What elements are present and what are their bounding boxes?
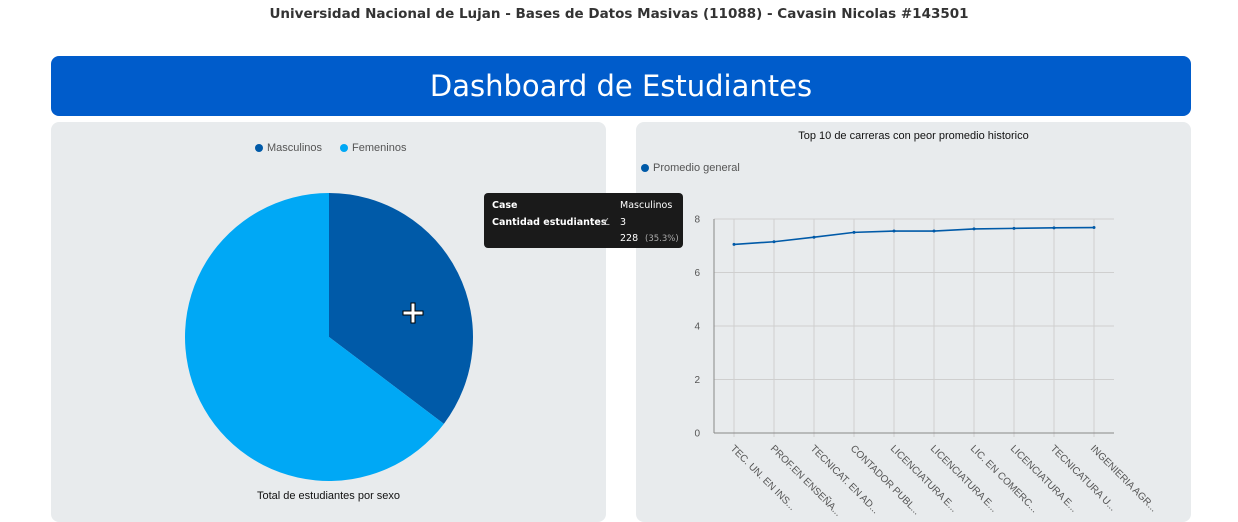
page-header: Universidad Nacional de Lujan - Bases de… [269,6,969,22]
tooltip-row-label: Cantidad estudiantes [492,217,607,228]
data-point[interactable] [932,229,936,233]
y-tick-label: 0 [694,429,700,440]
pie-chart-card: Masculinos Femeninos Total de estudiante… [51,122,606,522]
data-point[interactable] [1092,226,1096,230]
data-point[interactable] [972,227,976,231]
x-tick-label: PROF.EN ENSEÑA... [768,442,845,519]
line-chart-card: Top 10 de carreras con peor promedio his… [636,122,1191,522]
y-tick-label: 4 [694,322,700,333]
y-tick-label: 8 [694,215,700,226]
dashboard-title: Dashboard de Estudiantes [429,69,813,103]
series-line-promedio-general[interactable] [733,226,1095,246]
data-point[interactable] [772,240,776,244]
pie-chart-title: Total de estudiantes por sexo [256,490,401,502]
x-tick-label: LICENCIATURA E... [928,443,999,514]
tooltip-col1-header: Case [492,200,518,211]
data-point[interactable] [852,230,856,234]
angle-icon: ∠ [602,217,611,228]
pie-chart[interactable] [51,122,606,522]
x-tick-label: INGENIERIA AGR... [1088,443,1159,514]
dashboard-title-banner: Dashboard de Estudiantes [51,56,1191,116]
tooltip-percent: (35.3%) [645,234,679,244]
data-point[interactable] [1052,226,1056,230]
crosshair-cursor-icon [402,302,424,324]
x-tick-label: LIC. EN COMERC... [968,443,1040,515]
x-tick-label: LICENCIATURA E... [888,443,959,514]
chart-tooltip: Case Masculinos Cantidad estudiantes ∠ 3… [484,193,683,248]
x-tick-label: LICENCIATURA E... [1008,443,1079,514]
x-tick-label: CONTADOR PUBL... [848,443,922,517]
data-point[interactable] [812,235,816,239]
data-point[interactable] [892,229,896,233]
tooltip-row-value: 3 [620,217,627,228]
line-chart[interactable]: 02468TEC. UN. EN INS...PROF.EN ENSEÑA...… [636,122,1191,522]
data-point[interactable] [1012,226,1016,230]
x-tick-label: TECNICAT. EN AD... [808,443,881,516]
y-tick-label: 2 [694,375,700,386]
tooltip-col2-header: Masculinos [620,200,673,211]
tooltip-value: 228 [620,233,639,244]
y-tick-label: 6 [694,268,700,279]
data-point[interactable] [732,242,736,246]
